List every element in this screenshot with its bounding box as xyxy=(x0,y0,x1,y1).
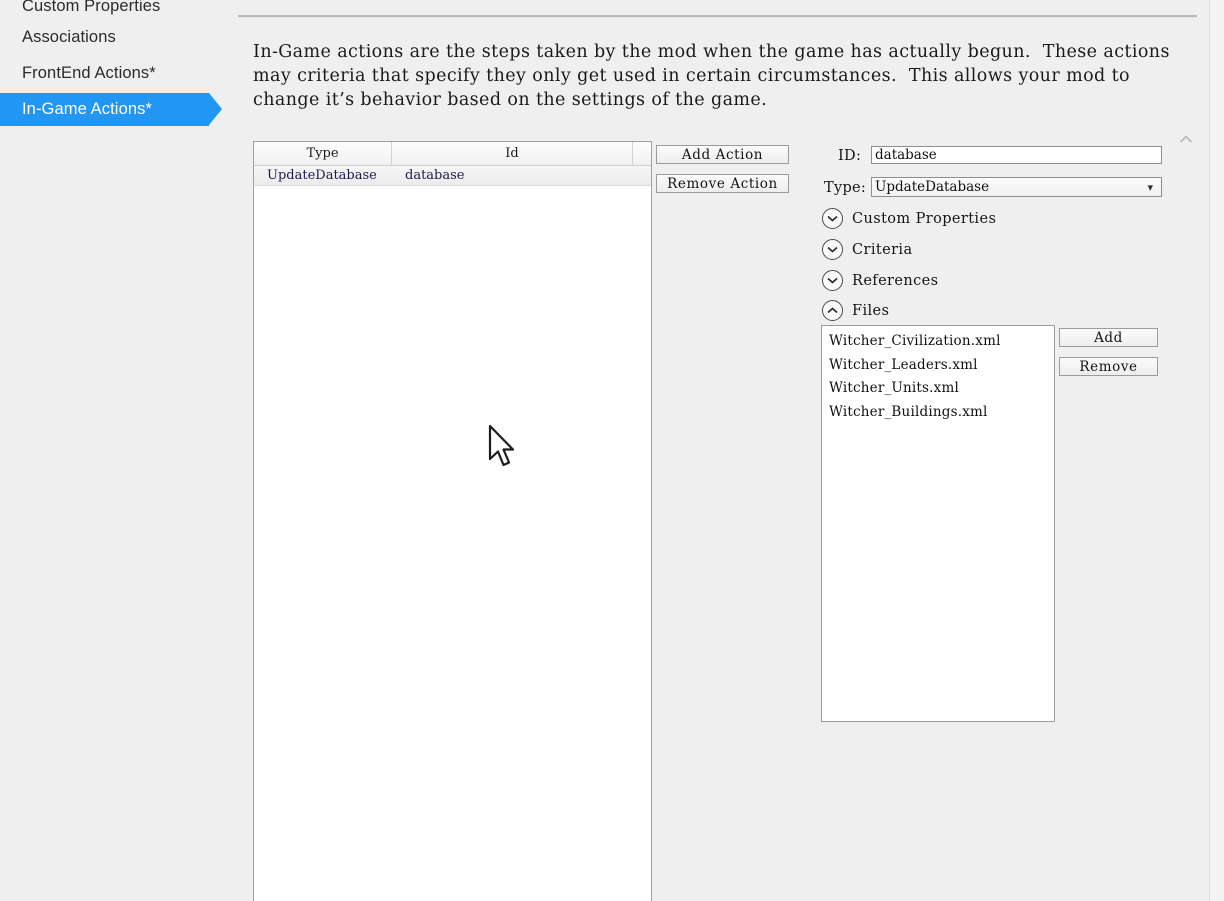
list-item[interactable]: Witcher_Buildings.xml xyxy=(829,401,1054,425)
column-header-id[interactable]: Id xyxy=(392,142,633,165)
add-action-button[interactable]: Add Action xyxy=(656,145,789,164)
sidebar-item-label: FrontEnd Actions* xyxy=(22,64,156,82)
chevron-down-icon[interactable] xyxy=(822,239,843,260)
section-label: Criteria xyxy=(852,241,913,258)
sidebar-item-in-game-actions[interactable]: In-Game Actions* xyxy=(0,93,222,126)
chevron-down-icon[interactable] xyxy=(822,270,843,291)
sidebar-item-custom-properties[interactable]: Custom Properties xyxy=(0,0,209,23)
files-listbox[interactable]: Witcher_Civilization.xml Witcher_Leaders… xyxy=(821,325,1055,722)
section-files[interactable]: Files xyxy=(822,300,889,321)
column-header-type[interactable]: Type xyxy=(254,142,392,165)
actions-table[interactable]: Type Id UpdateDatabase database xyxy=(253,141,652,901)
scroll-up-icon[interactable] xyxy=(1179,131,1193,143)
sidebar-item-associations[interactable]: Associations xyxy=(0,21,209,54)
page-description: In-Game actions are the steps taken by t… xyxy=(253,42,1176,110)
section-custom-properties[interactable]: Custom Properties xyxy=(822,208,996,229)
type-select[interactable]: UpdateDatabase ▾ xyxy=(871,177,1162,197)
section-label: Custom Properties xyxy=(852,210,997,227)
id-field-label: ID: xyxy=(838,148,862,164)
chevron-down-icon[interactable] xyxy=(822,208,843,229)
id-input[interactable] xyxy=(871,146,1162,164)
remove-file-button[interactable]: Remove xyxy=(1059,357,1158,376)
selection-pointer-icon xyxy=(209,93,222,125)
table-header-row: Type Id xyxy=(254,142,651,166)
header-divider xyxy=(238,15,1197,18)
cell-type: UpdateDatabase xyxy=(267,168,377,183)
section-label: Files xyxy=(852,302,890,319)
sidebar-item-label: Custom Properties xyxy=(22,0,161,15)
list-item[interactable]: Witcher_Leaders.xml xyxy=(829,354,1054,378)
chevron-down-icon: ▾ xyxy=(1147,180,1153,194)
sidebar-item-label: In-Game Actions* xyxy=(22,100,152,118)
list-item[interactable]: Witcher_Units.xml xyxy=(829,377,1054,401)
add-file-button[interactable]: Add xyxy=(1059,328,1158,347)
type-field-label: Type: xyxy=(824,180,867,196)
sidebar-item-label: Associations xyxy=(22,28,116,46)
sidebar-item-frontend-actions[interactable]: FrontEnd Actions* xyxy=(0,57,209,90)
section-label: References xyxy=(852,272,939,289)
section-references[interactable]: References xyxy=(822,270,938,291)
vertical-scrollbar[interactable] xyxy=(1209,0,1224,901)
table-row[interactable]: UpdateDatabase database xyxy=(254,166,651,186)
sidebar: Custom Properties Associations FrontEnd … xyxy=(0,0,238,901)
remove-action-button[interactable]: Remove Action xyxy=(656,174,789,193)
list-item[interactable]: Witcher_Civilization.xml xyxy=(829,330,1054,354)
chevron-up-icon[interactable] xyxy=(822,300,843,321)
column-header-blank[interactable] xyxy=(633,142,651,165)
cell-id: database xyxy=(405,168,465,183)
section-criteria[interactable]: Criteria xyxy=(822,239,913,260)
type-select-value: UpdateDatabase xyxy=(875,179,990,195)
